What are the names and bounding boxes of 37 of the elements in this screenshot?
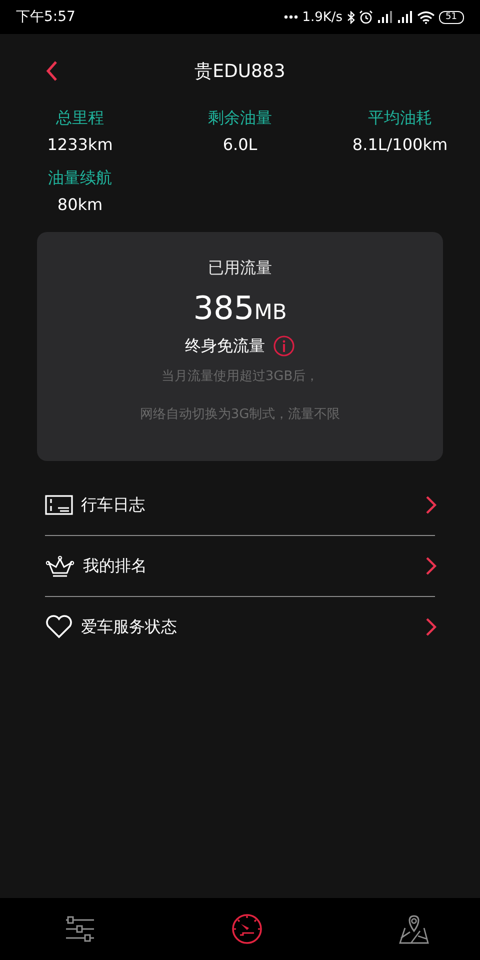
alarm-icon [358, 10, 373, 24]
wifi-icon [416, 10, 435, 24]
data-amount: 385 [193, 289, 254, 327]
stat-label: 油量续航 [48, 168, 112, 189]
bluetooth-icon [346, 10, 355, 24]
crown-icon [45, 555, 75, 577]
plate-number-title: 贵EDU883 [194, 60, 286, 83]
battery-indicator: 51 [438, 10, 464, 24]
note-text: 网络自动切换为3G制式，流量不限 [140, 406, 340, 423]
stat-label: 总里程 [56, 108, 104, 129]
note-text: 当月流量使用超过3GB后， [161, 368, 319, 385]
stat-value: 80km [57, 195, 103, 214]
info-icon[interactable] [273, 335, 295, 357]
stat-label: 平均油耗 [368, 108, 432, 129]
card-title: 已用流量 [208, 258, 272, 279]
menu-item[interactable]: 爱车服务状态 [45, 597, 435, 657]
menu-item[interactable]: 我的排名 [45, 536, 435, 597]
logbook-icon [45, 495, 73, 515]
stat-label: 剩余油量 [208, 108, 272, 129]
signal-icon [396, 11, 413, 23]
chevron-right-icon [425, 617, 437, 637]
network-speed: 1.9K/s [302, 10, 343, 24]
menu-item[interactable]: 行车日志 [45, 475, 435, 536]
stat-value: 8.1L/100km [352, 135, 448, 154]
stat-value: 6.0L [222, 135, 258, 154]
settings-tab[interactable] [64, 916, 96, 942]
stat-value: 1233km [47, 135, 113, 154]
chevron-right-icon [425, 495, 437, 515]
notification-dots-icon [284, 15, 298, 19]
status-time: 下午5:57 [16, 8, 76, 26]
chevron-right-icon [425, 556, 437, 576]
heart-icon [45, 615, 73, 639]
data-unit: MB [254, 300, 287, 324]
map-tab[interactable] [398, 913, 430, 945]
plan-label: 终身免流量 [185, 336, 265, 356]
dashboard-tab[interactable] [231, 913, 263, 945]
signal-icon [376, 11, 393, 23]
